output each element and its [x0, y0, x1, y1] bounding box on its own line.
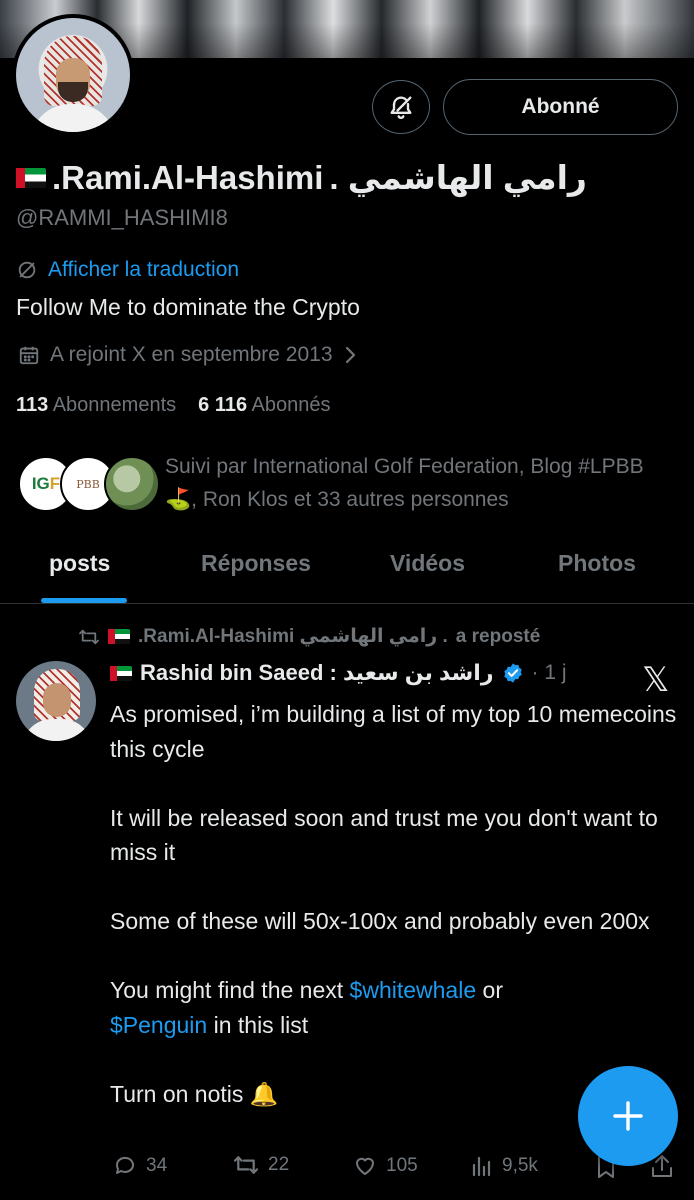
post-text-segment: You might find the next [110, 977, 350, 1003]
post-paragraph: It will be released soon and trust me yo… [110, 804, 658, 866]
profile-tabs: posts Réponses Vidéos Photos [0, 530, 694, 604]
following-link[interactable]: 113 Abonnements [16, 394, 176, 417]
ron-klos-avatar [104, 456, 160, 512]
active-tab-indicator [41, 598, 127, 603]
heart-icon [356, 1157, 374, 1175]
display-name-latin: .Rami.Al-Hashimi [52, 158, 324, 196]
post-text-segment: or [476, 977, 503, 1003]
uae-flag-icon [16, 167, 46, 188]
chevron-right-icon [345, 346, 355, 364]
repost-context[interactable]: .Rami.Al-Hashimi رامي الهاشمي . a repost… [78, 625, 540, 648]
like-button[interactable]: 105 [352, 1154, 418, 1178]
notifications-button[interactable] [372, 80, 430, 134]
following-label: Abonnements [52, 394, 177, 416]
repost-count: 22 [268, 1154, 290, 1175]
tab-posts[interactable]: posts [49, 550, 110, 577]
calendar-icon [19, 346, 39, 365]
profile-display-name: .Rami.Al-Hashimi رامي الهاشمي . [16, 158, 587, 197]
post-author-name[interactable]: Rashid bin Saeed : راشد بن سعيد [140, 660, 494, 686]
tab-photos[interactable]: Photos [558, 550, 636, 577]
post-paragraph: Some of these will 50x-100x and probably… [110, 908, 650, 934]
profile-stats: 113 Abonnements 6 116 Abonnés [16, 394, 331, 417]
view-count: 9,5k [502, 1155, 538, 1176]
followers-count: 6 116 [198, 394, 248, 416]
following-button[interactable]: Abonné [443, 79, 678, 135]
joined-date[interactable]: A rejoint X en septembre 2013 [18, 343, 357, 367]
tab-videos[interactable]: Vidéos [390, 550, 465, 577]
reply-count: 34 [146, 1155, 168, 1176]
views-button[interactable]: 9,5k [470, 1154, 538, 1178]
repost-suffix: a reposté [455, 625, 541, 647]
analytics-icon [472, 1156, 491, 1177]
reply-icon [115, 1156, 134, 1174]
translate-icon [18, 261, 36, 279]
joined-label: A rejoint X en septembre 2013 [50, 343, 333, 366]
x-logo-icon: 𝕏 [642, 660, 670, 700]
profile-handle: @RAMMI_HASHIMI8 [16, 205, 228, 230]
profile-avatar[interactable] [12, 14, 134, 136]
post-time: · 1 j [531, 661, 567, 684]
post-paragraph: As promised, i’m building a list of my t… [110, 701, 677, 762]
reposter-name: .Rami.Al-Hashimi رامي الهاشمي . [138, 626, 448, 647]
like-count: 105 [386, 1155, 418, 1176]
reply-button[interactable]: 34 [112, 1154, 167, 1178]
display-name-arabic: رامي الهاشمي . [329, 159, 587, 196]
repost-button[interactable]: 22 [232, 1154, 289, 1176]
plus-icon [613, 1101, 643, 1131]
post-text-segment: in this list [207, 1011, 309, 1038]
followed-by-text: Suivi par International Golf Federation,… [165, 455, 644, 511]
cashtag-whitewhale[interactable]: $whitewhale [350, 977, 477, 1003]
uae-flag-icon [108, 629, 130, 644]
repost-icon [233, 1156, 259, 1174]
repost-icon [79, 629, 99, 644]
bell-slash-icon [390, 96, 412, 119]
following-count: 113 [16, 394, 49, 416]
post-author-avatar[interactable] [16, 661, 96, 741]
followed-by[interactable]: IG F PBB Suivi par International Golf Fed… [18, 450, 678, 518]
uae-flag-icon [110, 665, 132, 681]
profile-bio: Follow Me to dominate the Crypto [16, 294, 360, 320]
tab-replies[interactable]: Réponses [201, 550, 311, 577]
post-header: Rashid bin Saeed : راشد بن سعيد · 1 j [110, 660, 567, 686]
compose-post-button[interactable] [578, 1066, 678, 1166]
followers-label: Abonnés [251, 394, 331, 416]
verified-badge-icon [503, 663, 522, 683]
post-paragraph: You might find the next $whitewhale or $P… [110, 973, 680, 1042]
cashtag-penguin[interactable]: $Penguin [110, 1012, 207, 1038]
show-translation-label: Afficher la traduction [48, 258, 240, 281]
followers-link[interactable]: 6 116 Abonnés [198, 394, 330, 417]
show-translation-link[interactable]: Afficher la traduction [16, 258, 239, 282]
